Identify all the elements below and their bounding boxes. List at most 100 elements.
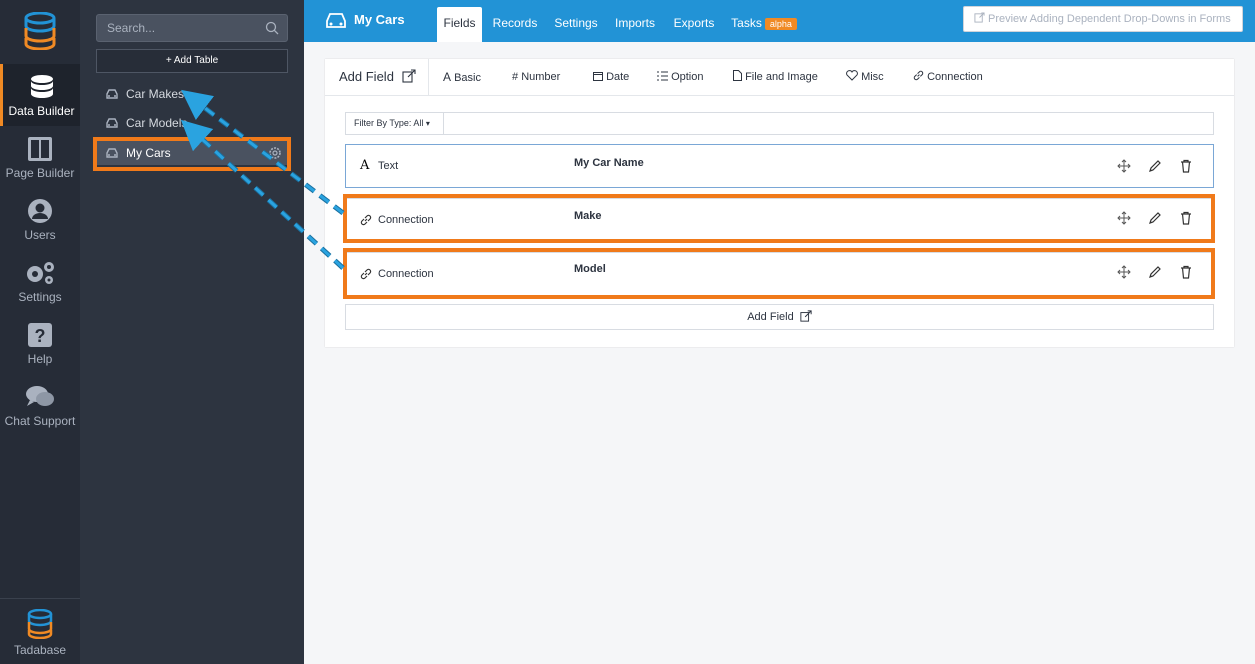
- type-connection[interactable]: Connection: [913, 59, 983, 96]
- type-number[interactable]: # Number: [512, 59, 560, 96]
- type-label: Connection: [927, 71, 983, 83]
- table-item-my-cars[interactable]: My Cars: [96, 141, 288, 165]
- link-icon: [913, 70, 924, 81]
- gears-icon: [27, 262, 54, 284]
- car-icon: [106, 118, 118, 128]
- edit-icon[interactable]: [1148, 211, 1162, 225]
- tab-records[interactable]: Records: [488, 7, 542, 42]
- type-label: Misc: [861, 71, 884, 83]
- layout-icon: [28, 137, 52, 161]
- preview-button-label: Preview Adding Dependent Drop-Downs in F…: [988, 13, 1231, 25]
- type-label: Date: [606, 71, 630, 83]
- move-icon[interactable]: [1117, 159, 1131, 173]
- tab-tasks-label: Tasks: [731, 16, 762, 30]
- svg-text:?: ?: [35, 326, 46, 346]
- rail-item-data-builder[interactable]: Data Builder: [0, 64, 80, 126]
- file-icon: [733, 70, 742, 81]
- field-type: Connection: [378, 268, 434, 280]
- rail-item-label: Users: [24, 228, 56, 242]
- type-label: Option: [671, 71, 704, 83]
- trash-icon[interactable]: [1179, 265, 1193, 279]
- rail-item-chat-support[interactable]: Chat Support: [0, 374, 80, 436]
- rail-item-settings[interactable]: Settings: [0, 250, 80, 312]
- calendar-icon: [593, 72, 603, 81]
- text-type-icon: A: [360, 158, 370, 173]
- field-name: My Car Name: [574, 157, 644, 169]
- tab-exports[interactable]: Exports: [669, 7, 719, 42]
- type-label: Basic: [454, 72, 481, 84]
- table-item-label: Car Makes: [126, 87, 185, 101]
- rail-item-help[interactable]: ? Help: [0, 312, 80, 374]
- tadabase-logo-icon: [27, 609, 53, 639]
- search-placeholder: Search...: [107, 21, 156, 35]
- move-icon[interactable]: [1117, 211, 1131, 225]
- add-table-button[interactable]: + Add Table: [96, 49, 288, 73]
- field-row[interactable]: Connection Model: [345, 252, 1214, 296]
- rail-item-label: Help: [27, 352, 53, 366]
- gear-icon[interactable]: [268, 146, 282, 160]
- fields-card: Add Field A Basic # Number Date Option F…: [325, 59, 1234, 347]
- table-item-label: My Cars: [126, 146, 171, 160]
- add-field-bottom-label: Add Field: [747, 311, 794, 323]
- car-icon: [106, 89, 118, 99]
- link-icon: [360, 268, 372, 280]
- car-icon: [106, 148, 118, 158]
- help-icon: ?: [28, 323, 52, 347]
- type-file-image[interactable]: File and Image: [733, 59, 818, 96]
- user-icon: [28, 199, 52, 223]
- app-rail: Data Builder Page Builder Users Settings: [0, 0, 80, 664]
- tab-settings[interactable]: Settings: [550, 7, 602, 42]
- type-label: File and Image: [745, 71, 818, 83]
- rail-brand[interactable]: Tadabase: [0, 598, 80, 664]
- field-name: Model: [574, 263, 606, 275]
- rail-item-label: Settings: [18, 290, 62, 304]
- add-field-bottom-button[interactable]: Add Field: [345, 304, 1214, 330]
- table-title: My Cars: [354, 12, 405, 27]
- field-type: Connection: [378, 214, 434, 226]
- database-icon: [30, 75, 53, 98]
- list-icon: [657, 71, 668, 81]
- rail-item-page-builder[interactable]: Page Builder: [0, 126, 80, 188]
- rail-item-users[interactable]: Users: [0, 188, 80, 250]
- filter-dropdown[interactable]: Filter By Type: All ▾: [346, 113, 444, 134]
- link-icon: [360, 214, 372, 226]
- move-icon[interactable]: [1117, 265, 1131, 279]
- search-icon: [265, 21, 279, 35]
- type-label: Number: [521, 71, 561, 83]
- preview-button[interactable]: Preview Adding Dependent Drop-Downs in F…: [963, 6, 1243, 32]
- hash-icon: #: [512, 71, 519, 83]
- caret-down-icon: ▾: [425, 119, 430, 128]
- heart-icon: [846, 70, 858, 81]
- field-type-toolbar: Add Field A Basic # Number Date Option F…: [325, 59, 1234, 96]
- add-field-button[interactable]: Add Field: [325, 59, 429, 96]
- alpha-badge: alpha: [764, 18, 797, 30]
- trash-icon[interactable]: [1179, 211, 1193, 225]
- type-basic[interactable]: A Basic: [443, 59, 481, 96]
- trash-icon[interactable]: [1179, 159, 1193, 173]
- tadabase-logo-icon: [24, 12, 56, 50]
- tab-tasks[interactable]: Tasks alpha: [729, 7, 799, 42]
- field-row[interactable]: Connection Make: [345, 198, 1214, 242]
- rail-item-label: Page Builder: [5, 166, 75, 180]
- field-name: Make: [574, 210, 602, 222]
- edit-icon[interactable]: [1148, 265, 1162, 279]
- rail-item-label: Chat Support: [4, 414, 76, 428]
- brand-label: Tadabase: [13, 643, 67, 657]
- type-option[interactable]: Option: [657, 59, 703, 96]
- table-item-car-makes[interactable]: Car Makes: [96, 82, 288, 106]
- rail-item-label: Data Builder: [8, 104, 75, 118]
- type-date[interactable]: Date: [593, 59, 629, 96]
- search-input[interactable]: Search...: [96, 14, 288, 42]
- type-misc[interactable]: Misc: [846, 59, 884, 96]
- table-item-car-models[interactable]: Car Models: [96, 111, 288, 135]
- field-row[interactable]: A Text My Car Name: [345, 144, 1214, 188]
- tab-imports[interactable]: Imports: [610, 7, 660, 42]
- field-type: Text: [378, 160, 399, 172]
- external-link-icon: [974, 12, 985, 23]
- tab-fields[interactable]: Fields: [437, 7, 482, 42]
- external-link-icon: [401, 69, 416, 83]
- filter-bar: Filter By Type: All ▾: [345, 112, 1214, 135]
- table-item-label: Car Models: [126, 116, 188, 130]
- top-bar: My Cars Fields Records Settings Imports …: [304, 0, 1255, 42]
- edit-icon[interactable]: [1148, 159, 1162, 173]
